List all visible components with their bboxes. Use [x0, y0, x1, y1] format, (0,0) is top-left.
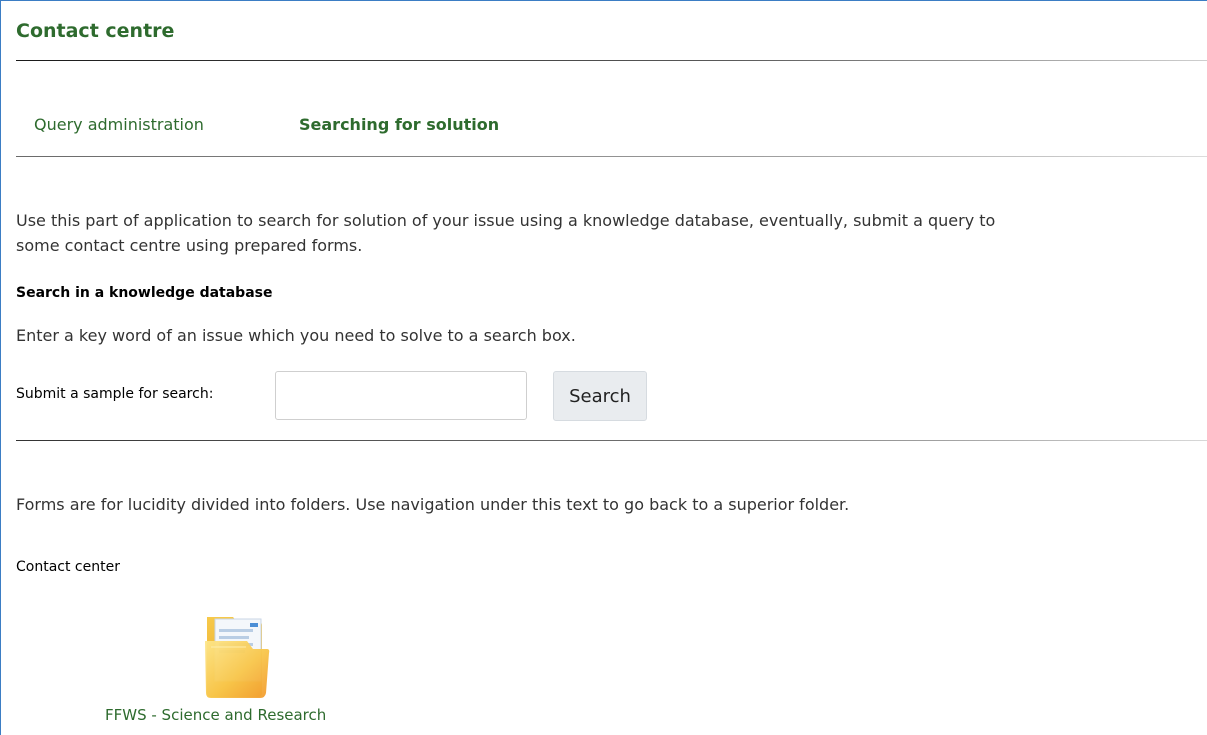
- section-divider: [16, 440, 1207, 441]
- tab-searching-for-solution[interactable]: Searching for solution: [299, 115, 499, 134]
- breadcrumb-contact-center[interactable]: Contact center: [16, 559, 120, 575]
- folder-icon: [205, 617, 270, 698]
- intro-line-2: some contact centre using prepared forms…: [16, 236, 363, 255]
- knowledge-search-heading: Search in a knowledge database: [16, 285, 273, 301]
- search-label: Submit a sample for search:: [16, 386, 214, 402]
- knowledge-search-hint: Enter a key word of an issue which you n…: [16, 326, 576, 345]
- forms-description: Forms are for lucidity divided into fold…: [16, 495, 850, 514]
- intro-text: Use this part of application to search f…: [16, 208, 1207, 258]
- tab-query-administration[interactable]: Query administration: [34, 115, 204, 134]
- search-button[interactable]: Search: [553, 371, 647, 421]
- page-title: Contact centre: [16, 20, 175, 42]
- folder-tile[interactable]: FFWS - Science and Research: [91, 607, 381, 732]
- folder-label[interactable]: FFWS - Science and Research: [105, 706, 326, 724]
- intro-line-1: Use this part of application to search f…: [16, 211, 996, 230]
- tab-divider: [16, 156, 1207, 157]
- search-input[interactable]: [275, 371, 527, 420]
- app-frame: Contact centre Query administration Sear…: [0, 0, 1207, 735]
- title-divider: [16, 60, 1207, 61]
